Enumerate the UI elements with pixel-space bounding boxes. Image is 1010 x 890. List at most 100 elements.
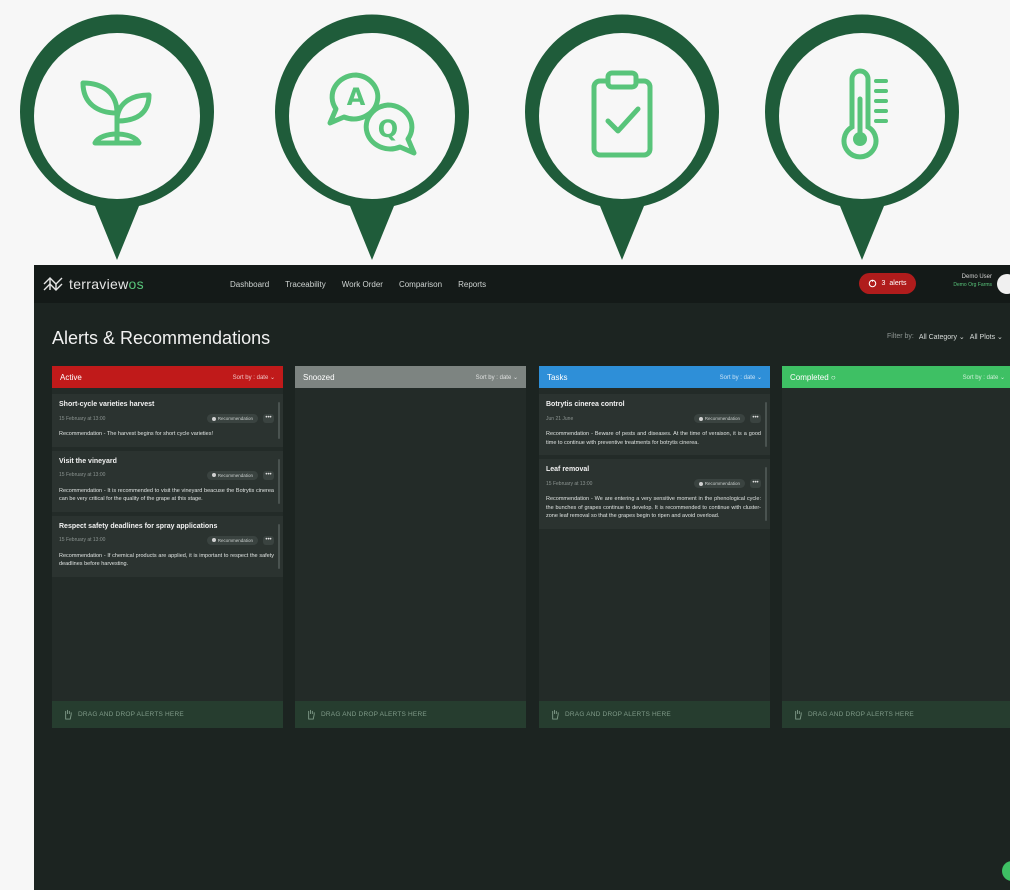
column-tasks: Tasks Sort by : date ⌄ Botrytis cinerea … bbox=[539, 366, 770, 728]
sort-dropdown[interactable]: Sort by : date ⌄ bbox=[476, 374, 518, 381]
dropzone-label: DRAG AND DROP ALERTS HERE bbox=[565, 711, 671, 718]
badge-dot-icon bbox=[698, 481, 703, 486]
column-snoozed-header: Snoozed Sort by : date ⌄ bbox=[295, 366, 526, 388]
dropzone-active[interactable]: DRAG AND DROP ALERTS HERE bbox=[52, 701, 283, 728]
more-options-button[interactable]: ••• bbox=[263, 535, 274, 545]
more-options-button[interactable]: ••• bbox=[263, 470, 274, 480]
sort-dropdown[interactable]: Sort by : date ⌄ bbox=[963, 374, 1005, 381]
brand-name: terraviewos bbox=[69, 276, 144, 292]
qa-chat-icon: A Q bbox=[327, 72, 417, 156]
alert-card[interactable]: Short-cycle varieties harvest 15 Februar… bbox=[52, 394, 283, 447]
card-text: Recommendation - It is recommended to vi… bbox=[59, 487, 274, 503]
pin-thermometer bbox=[756, 10, 968, 266]
seedling-icon bbox=[80, 80, 152, 146]
alerts-count: 3 bbox=[881, 280, 886, 287]
card-date: Jun 21 June bbox=[546, 415, 574, 422]
recommendation-badge: Recommendation bbox=[693, 414, 745, 423]
user-info[interactable]: Demo User Demo Org Farms bbox=[934, 274, 992, 288]
card-scrollbar[interactable] bbox=[278, 458, 280, 504]
column-title: Tasks bbox=[547, 372, 568, 382]
card-title: Respect safety deadlines for spray appli… bbox=[59, 522, 218, 530]
more-options-button[interactable]: ••• bbox=[750, 414, 761, 423]
nav-reports[interactable]: Reports bbox=[458, 280, 486, 289]
dropzone-label: DRAG AND DROP ALERTS HERE bbox=[321, 711, 427, 718]
card-title: Short-cycle varieties harvest bbox=[59, 401, 155, 408]
nav-dashboard[interactable]: Dashboard bbox=[230, 280, 269, 289]
card-date: 15 February at 13:00 bbox=[59, 472, 106, 479]
sort-dropdown[interactable]: Sort by : date ⌄ bbox=[233, 374, 275, 381]
recommendation-badge: Recommendation bbox=[693, 479, 745, 489]
column-active: Active Sort by : date ⌄ Short-cycle vari… bbox=[52, 366, 283, 728]
badge-dot-icon bbox=[698, 416, 703, 421]
dropzone-tasks[interactable]: DRAG AND DROP ALERTS HERE bbox=[539, 701, 770, 728]
card-text: Recommendation - We are entering a very … bbox=[546, 496, 761, 520]
nav-traceability[interactable]: Traceability bbox=[285, 280, 326, 289]
column-title: Active bbox=[60, 372, 82, 382]
alert-card[interactable]: Visit the vineyard 15 February at 13:00 … bbox=[52, 450, 283, 512]
nav-comparison[interactable]: Comparison bbox=[399, 280, 442, 289]
badge-dot-icon bbox=[211, 538, 216, 543]
task-card[interactable]: Leaf removal 15 February at 13:00 Recomm… bbox=[539, 459, 770, 529]
app-window: terraviewos Dashboard Traceability Work … bbox=[34, 265, 1010, 890]
filter-bar: Filter by: All Category ⌄ All Plots ⌄ bbox=[887, 333, 1003, 341]
bell-icon bbox=[869, 279, 877, 288]
nav-work-order[interactable]: Work Order bbox=[342, 280, 383, 289]
more-options-button[interactable]: ••• bbox=[750, 479, 761, 489]
dropzone-label: DRAG AND DROP ALERTS HERE bbox=[78, 711, 184, 718]
drag-hand-icon bbox=[795, 709, 802, 720]
filter-label: Filter by: bbox=[887, 333, 914, 340]
pin-seedling bbox=[11, 10, 223, 266]
badge-dot-icon bbox=[211, 473, 216, 478]
terraview-logo-icon bbox=[43, 277, 63, 291]
column-title: Completed ○ bbox=[790, 372, 836, 382]
card-text: Recommendation - The harvest begins for … bbox=[59, 431, 213, 437]
help-chat-button[interactable] bbox=[1002, 861, 1010, 881]
card-scrollbar[interactable] bbox=[278, 402, 280, 439]
dropzone-completed[interactable]: DRAG AND DROP ALERTS HERE bbox=[782, 701, 1010, 728]
pin-clipboard bbox=[516, 10, 728, 266]
avatar[interactable] bbox=[997, 274, 1010, 294]
card-text: Recommendation - Beware of pests and dis… bbox=[546, 431, 761, 446]
page-title: Alerts & Recommendations bbox=[52, 328, 271, 348]
column-tasks-header: Tasks Sort by : date ⌄ bbox=[539, 366, 770, 388]
sort-dropdown[interactable]: Sort by : date ⌄ bbox=[720, 374, 762, 381]
alerts-label: alerts bbox=[889, 280, 907, 287]
dropzone-label: DRAG AND DROP ALERTS HERE bbox=[808, 711, 914, 718]
pin-qa: A Q bbox=[266, 10, 478, 266]
dropzone-snoozed[interactable]: DRAG AND DROP ALERTS HERE bbox=[295, 701, 526, 728]
column-completed-header: Completed ○ Sort by : date ⌄ bbox=[782, 366, 1010, 388]
filter-category-dropdown[interactable]: All Category ⌄ bbox=[919, 333, 965, 341]
column-snoozed: Snoozed Sort by : date ⌄ bbox=[295, 366, 526, 728]
top-navigation: terraviewos Dashboard Traceability Work … bbox=[34, 265, 1010, 303]
recommendation-badge: Recommendation bbox=[206, 535, 258, 545]
svg-text:Q: Q bbox=[378, 115, 398, 143]
card-date: 15 February at 13:00 bbox=[59, 415, 106, 422]
column-title: Snoozed bbox=[303, 372, 335, 382]
brand-logo[interactable]: terraviewos bbox=[42, 275, 144, 293]
card-title: Leaf removal bbox=[546, 466, 590, 474]
recommendation-badge: Recommendation bbox=[206, 470, 258, 480]
card-date: 15 February at 13:00 bbox=[546, 480, 593, 487]
card-date: 15 February at 13:00 bbox=[59, 537, 106, 544]
card-scrollbar[interactable] bbox=[765, 467, 767, 521]
drag-hand-icon bbox=[308, 709, 315, 720]
task-card[interactable]: Botrytis cinerea control Jun 21 June Rec… bbox=[539, 394, 770, 456]
card-scrollbar[interactable] bbox=[278, 523, 280, 569]
column-completed: Completed ○ Sort by : date ⌄ bbox=[782, 366, 1010, 728]
alert-card[interactable]: Respect safety deadlines for spray appli… bbox=[52, 515, 283, 577]
badge-dot-icon bbox=[211, 416, 216, 421]
column-active-header: Active Sort by : date ⌄ bbox=[52, 366, 283, 388]
card-title: Visit the vineyard bbox=[59, 457, 117, 465]
drag-hand-icon bbox=[65, 709, 72, 720]
thermometer-icon bbox=[841, 68, 888, 160]
user-name: Demo User bbox=[961, 274, 992, 280]
more-options-button[interactable]: ••• bbox=[263, 414, 274, 423]
drag-hand-icon bbox=[552, 709, 559, 720]
card-scrollbar[interactable] bbox=[765, 402, 767, 448]
clipboard-check-icon bbox=[591, 70, 653, 158]
filter-plots-dropdown[interactable]: All Plots ⌄ bbox=[970, 333, 1003, 341]
main-nav: Dashboard Traceability Work Order Compar… bbox=[230, 265, 486, 303]
alerts-button[interactable]: 3 alerts bbox=[859, 273, 916, 294]
svg-text:A: A bbox=[347, 83, 366, 111]
card-title: Botrytis cinerea control bbox=[546, 401, 625, 408]
